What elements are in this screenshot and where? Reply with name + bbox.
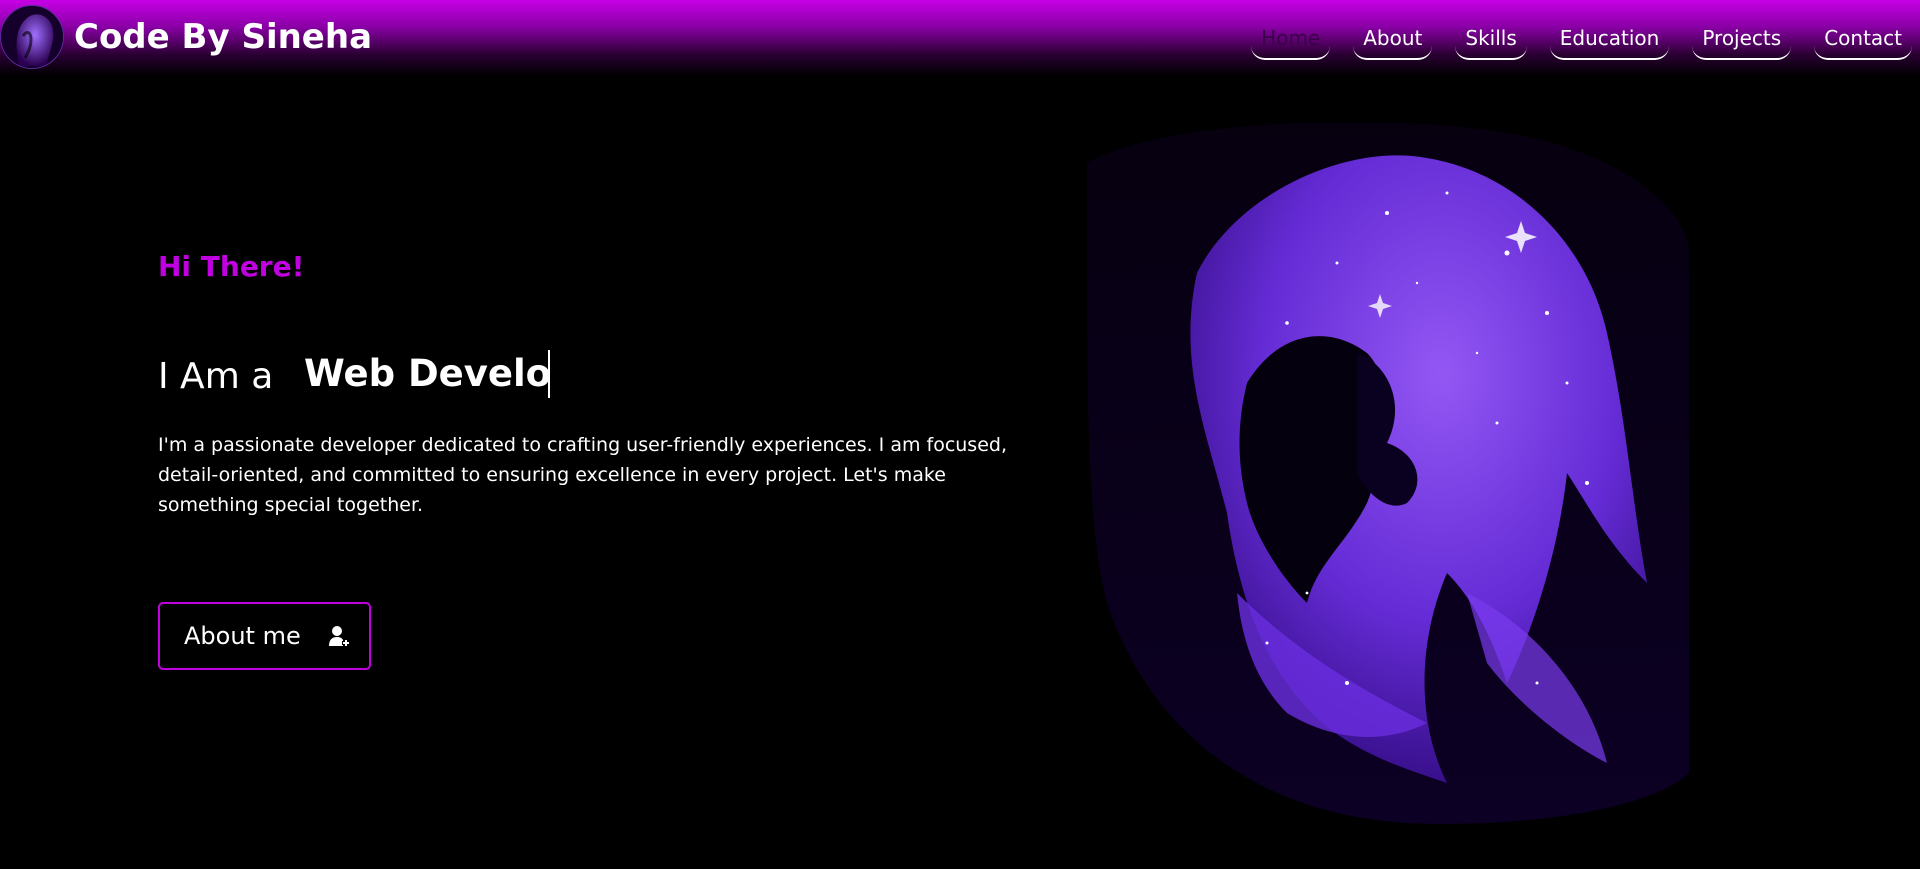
galaxy-portrait-illustration	[1087, 121, 1689, 826]
top-navbar: Code By Sineha Home About Skills Educati…	[0, 0, 1920, 76]
role-prefix: I Am a	[158, 356, 274, 397]
nav-contact[interactable]: Contact	[1814, 20, 1912, 60]
typed-role-text: Web Develope	[304, 350, 550, 398]
brand-logo-avatar	[0, 5, 64, 69]
main-nav: Home About Skills Education Projects Con…	[1228, 20, 1912, 60]
nav-projects[interactable]: Projects	[1692, 20, 1792, 60]
nav-education[interactable]: Education	[1549, 20, 1670, 60]
about-me-button[interactable]: About me	[158, 602, 371, 670]
nav-skills[interactable]: Skills	[1455, 20, 1527, 60]
brand[interactable]: Code By Sineha	[0, 2, 372, 72]
brand-name: Code By Sineha	[74, 17, 373, 57]
nav-home[interactable]: Home	[1251, 20, 1331, 60]
hero-bio: I'm a passionate developer dedicated to …	[158, 434, 1007, 516]
avatar-silhouette-icon	[1, 6, 63, 68]
nav-about[interactable]: About	[1353, 20, 1433, 60]
about-me-button-label: About me	[184, 622, 301, 650]
hero-greeting: Hi There!	[158, 250, 305, 283]
user-plus-icon	[327, 624, 351, 648]
